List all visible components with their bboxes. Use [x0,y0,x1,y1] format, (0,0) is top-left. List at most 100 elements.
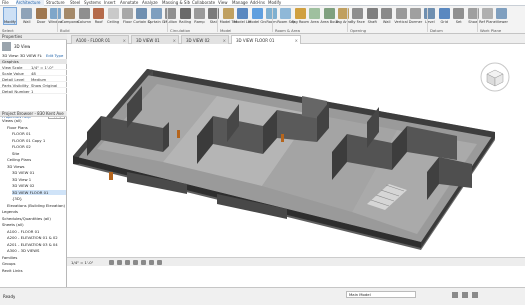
property-value[interactable]: Medium [31,77,66,82]
drawing-canvas[interactable] [67,44,525,257]
property-row[interactable]: Detail Level Medium [0,77,67,82]
ribbon-button-roof[interactable]: Roof [92,7,105,27]
property-value[interactable]: Show Original [31,83,66,88]
ribbon-button-stair[interactable]: Stair [207,7,220,27]
browser-item[interactable]: Groups [2,261,66,266]
browser-item[interactable]: FLOOR 02 [12,144,66,149]
ribbon-button-wall[interactable]: Wall [380,7,393,27]
ribbon-button-railing[interactable]: Railing [178,7,191,27]
browser-item[interactable]: Schedules/Quantities (all) [2,216,66,221]
door [177,130,180,138]
ribbon-button-dormer[interactable]: Dormer [409,7,422,27]
ribbon-button-component[interactable]: Component [61,7,79,27]
ribbon-button-level[interactable]: Level [423,7,436,27]
ribbon-button-by-face[interactable]: By Face [351,7,365,27]
railing-icon [179,8,191,19]
browser-item[interactable]: FLOOR 01 Copy 1 [12,138,66,143]
property-row[interactable]: Scale Value 48 [0,71,67,76]
ribbon-button-door[interactable]: Door [34,7,47,27]
model-text-icon [222,8,234,19]
property-row[interactable]: View Scale 1/4" = 1'-0" [0,65,67,70]
shadows-icon[interactable] [133,260,138,265]
browser-item[interactable]: Legends [2,209,66,214]
ribbon-button-room-separator[interactable]: Room Separator [277,7,295,27]
select-links-icon[interactable] [462,292,468,298]
property-value[interactable]: 48 [31,71,66,76]
viewer-icon [496,8,508,19]
active-workset-field[interactable]: Main Model [346,291,416,298]
property-row[interactable]: Detail Number 1 [0,89,67,94]
browser-item[interactable]: 3D View 1 [12,177,66,182]
ribbon-button-ceiling[interactable]: Ceiling [106,7,119,27]
view-tab[interactable]: 3D VIEW FLOOR 01 × [231,35,301,44]
ribbon-button-floor[interactable]: Floor [121,7,134,27]
wall-icon [381,8,393,19]
type-selector-label[interactable]: 3D View [14,44,30,49]
browser-item[interactable]: A300 - 3D VIEWS [7,248,66,253]
ribbon-button-tag-room[interactable]: Tag Room [292,7,309,27]
browser-item[interactable]: A100 - FLOOR 01 [7,229,66,234]
ribbon-button-ref-plane[interactable]: Ref Plane [479,7,496,27]
instance-filter[interactable]: 3D View: 3D VIEW FLOOF [2,53,42,58]
ribbon-button-area[interactable]: Area [308,7,321,27]
browser-item[interactable]: 3D Views [7,164,66,169]
filter-icon[interactable] [452,292,458,298]
ribbon-button-mullion[interactable]: Mullion [164,7,177,27]
browser-item[interactable]: 3D VIEW 02 [12,183,66,188]
ribbon-button-vertical[interactable]: Vertical [394,7,408,27]
browser-item[interactable]: Elevations (Building Elevation) [7,203,66,208]
browser-item[interactable]: Families [2,255,66,260]
browser-item[interactable]: Views (all) [2,118,66,123]
visual-style-icon[interactable] [117,260,122,265]
ribbon-button-set[interactable]: Set [452,7,465,27]
browser-item[interactable]: FLOOR 01 [12,131,66,136]
ribbon-button-column[interactable]: Column [77,7,91,27]
property-value[interactable]: 1 [31,89,66,94]
ribbon-button-model-group[interactable]: Model Group [248,7,266,27]
browser-item[interactable]: 3D VIEW FLOOR 01 [12,189,66,195]
browser-item[interactable]: Ceiling Plans [7,157,66,162]
ribbon-group-label: Model [220,29,232,33]
property-row[interactable]: Parts Visibility Show Original [0,83,67,88]
hide-isolate-icon[interactable] [157,260,162,265]
ribbon-group-label: Room & Area [275,29,300,33]
ribbon-group-separator [347,8,348,32]
ribbon-button-label: Viewer [495,20,508,24]
sun-path-icon[interactable] [125,260,130,265]
browser-item[interactable]: A200 - ELEVATION 01 & 02 [7,235,66,240]
detail-level-icon[interactable] [109,260,114,265]
view-tab[interactable]: 3D VIEW 01 × [131,35,179,44]
property-value[interactable]: 1/4" = 1'-0" [31,65,66,70]
edit-type-button[interactable]: Edit Type [46,53,66,58]
ribbon-button-shaft[interactable]: Shaft [366,7,379,27]
browser-item[interactable]: A201 - ELEVATION 03 & 04 [7,242,66,247]
browser-item[interactable]: Floor Plans [7,125,66,130]
properties-section-graphics[interactable]: Graphics [0,59,67,64]
ribbon-button-wall[interactable]: Wall [20,7,33,27]
browser-item[interactable]: {3D} [12,196,66,201]
view-scale-label[interactable]: 1/4" = 1'-0" [71,259,93,266]
browser-item[interactable]: 3D VIEW 01 [12,170,66,175]
lock-view-icon[interactable] [149,260,154,265]
ribbon-button-ramp[interactable]: Ramp [193,7,206,27]
ribbon-button-model-line[interactable]: Model Line [234,7,251,27]
ribbon-button-viewer[interactable]: Viewer [495,7,508,27]
crop-view-icon[interactable] [141,260,146,265]
browser-item[interactable]: Site [12,151,66,156]
ribbon-button-tag-area[interactable]: Tag Area [336,7,351,27]
select-pinned-icon[interactable] [472,292,478,298]
view-tab[interactable]: 3D VIEW 02 × [181,35,229,44]
set-icon [453,8,465,19]
ribbon-button-curtain-grid[interactable]: Curtain Grid [148,7,165,27]
ribbon-button-window[interactable]: Window [48,7,63,27]
browser-item[interactable]: Sheets (all) [2,222,66,227]
view-cube[interactable] [480,62,510,92]
browser-item[interactable]: Revit Links [2,268,66,273]
view-tab[interactable]: A100 - FLOOR 01 × [71,35,129,44]
ribbon-button-area-boundary[interactable]: Area Boundary [320,7,338,27]
view-tab-bar: A100 - FLOOR 01 × 3D VIEW 01 × 3D VIEW 02 × 3D… [67,34,525,44]
ribbon-button-model-text[interactable]: Model Text [220,7,237,27]
model-line-icon [237,8,249,19]
ribbon-button-curtain-system[interactable]: Curtain System [133,7,151,27]
ribbon-button-grid[interactable]: Grid [438,7,451,27]
